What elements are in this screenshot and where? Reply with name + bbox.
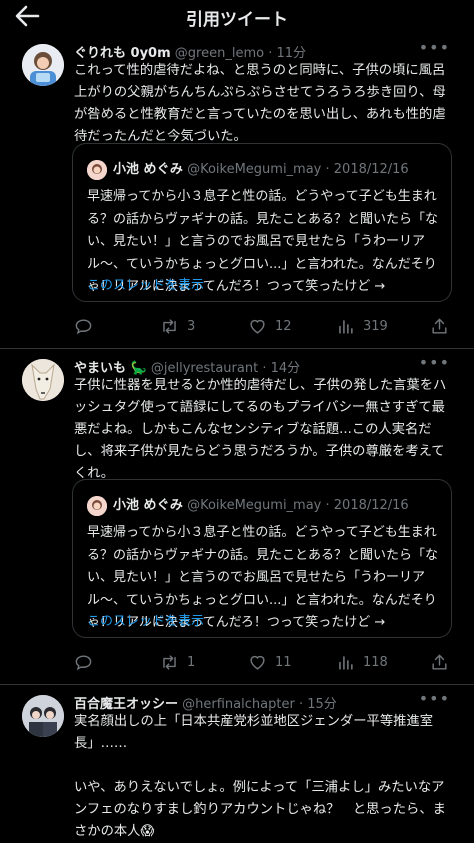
share-button[interactable] [430, 651, 457, 673]
tweet-header: 百合魔王オッシー @herfinalchapter · 15分 [74, 693, 434, 712]
tweet-text: 子供に性器を見せるとか性的虐待だし、子供の発した言葉をハッシュタグ使って語録にし… [74, 378, 447, 481]
like-button[interactable]: 11 [248, 651, 292, 673]
more-options-icon[interactable]: ••• [419, 38, 450, 57]
views-count: 319 [363, 318, 388, 334]
tweet-text: 実名顔出しの上「日本共産党杉並地区ジェンダー平等推進室長」…… いや、ありえない… [74, 711, 454, 843]
like-button[interactable]: 12 [248, 315, 292, 337]
tweet-text: これって性的虐待だよね、と思うのと同時に、子供の頃に風呂上がりの父親がちんちんぷ… [74, 63, 446, 144]
quoted-display-name: 小池 めぐみ [113, 162, 183, 177]
like-icon [250, 655, 265, 670]
quoted-tweet-header: 小池 めぐみ @KoikeMegumi_may · 2018/12/16 [87, 494, 409, 516]
share-icon [432, 654, 447, 670]
views-button[interactable]: 319 [336, 315, 388, 337]
reply-button[interactable] [74, 651, 101, 673]
more-options-icon[interactable]: ••• [419, 689, 450, 708]
handle[interactable]: @jellyrestaurant [151, 361, 258, 376]
share-button[interactable] [430, 315, 457, 337]
like-count: 12 [275, 318, 292, 334]
reply-icon [75, 654, 92, 670]
quoted-avatar [87, 159, 107, 180]
tweet-header: ぐりれも 0y0m @green_lemo · 11分 [74, 42, 434, 61]
show-thread-link[interactable]: このスレッドを表示 [87, 274, 204, 293]
tweet-text-line: 実名顔出しの上「日本共産党杉並地区ジェンダー平等推進室長」…… [74, 714, 434, 751]
quoted-handle: @KoikeMegumi_may [187, 162, 322, 177]
tweet-text-line [74, 755, 454, 777]
display-name[interactable]: 百合魔王オッシー [74, 697, 178, 712]
quoted-tweet-header: 小池 めぐみ @KoikeMegumi_may · 2018/12/16 [87, 158, 409, 180]
handle[interactable]: @green_lemo [175, 46, 264, 61]
quoted-tweet[interactable]: 小池 めぐみ @KoikeMegumi_may · 2018/12/16 早速帰… [72, 479, 452, 638]
avatar-image [22, 359, 64, 401]
views-button[interactable]: 118 [336, 651, 388, 673]
avatar[interactable] [22, 359, 64, 401]
reply-button[interactable] [74, 315, 101, 337]
retweet-button[interactable]: 1 [160, 651, 195, 673]
views-icon [339, 319, 353, 334]
views-count: 118 [363, 654, 388, 670]
display-name[interactable]: やまいも 🦕 [74, 361, 147, 376]
handle[interactable]: @herfinalchapter [182, 697, 295, 712]
tweet-actions: 3 12 319 [74, 315, 454, 337]
tweet[interactable]: ぐりれも 0y0m @green_lemo · 11分 ••• これって性的虐待… [0, 34, 474, 349]
views-icon [339, 655, 353, 670]
timestamp[interactable]: · 11分 [268, 46, 306, 61]
timestamp[interactable]: · 15分 [299, 697, 337, 712]
quoted-display-name: 小池 めぐみ [113, 498, 183, 513]
more-options-icon[interactable]: ••• [419, 353, 450, 372]
display-name[interactable]: ぐりれも 0y0m [74, 46, 171, 61]
retweet-count: 1 [187, 654, 196, 670]
tweet[interactable]: やまいも 🦕 @jellyrestaurant · 14分 ••• 子供に性器を… [0, 349, 474, 685]
quoted-avatar-image [87, 159, 107, 180]
quoted-avatar [87, 495, 107, 516]
tweet[interactable]: 百合魔王オッシー @herfinalchapter · 15分 ••• 実名顔出… [0, 685, 474, 839]
avatar-image [22, 695, 64, 737]
timestamp[interactable]: · 14分 [262, 361, 300, 376]
retweet-button[interactable]: 3 [160, 315, 195, 337]
quoted-date: · 2018/12/16 [325, 498, 409, 513]
avatar[interactable] [22, 695, 64, 737]
share-icon [432, 318, 447, 334]
quoted-date: · 2018/12/16 [325, 162, 409, 177]
quoted-avatar-image [87, 495, 107, 516]
page-title: 引用ツイート [186, 10, 288, 30]
like-icon [250, 319, 265, 334]
retweet-icon [163, 654, 176, 670]
avatar-image [22, 44, 64, 86]
reply-icon [75, 318, 92, 334]
retweet-count: 3 [187, 318, 196, 334]
show-thread-link[interactable]: このスレッドを表示 [87, 610, 204, 629]
avatar[interactable] [22, 44, 64, 86]
like-count: 11 [275, 654, 292, 670]
top-bar: 引用ツイート [0, 0, 474, 34]
tweet-actions: 1 11 118 [74, 651, 454, 673]
quoted-tweet[interactable]: 小池 めぐみ @KoikeMegumi_may · 2018/12/16 早速帰… [72, 143, 452, 302]
quoted-handle: @KoikeMegumi_may [187, 498, 322, 513]
tweet-text-line: いや、ありえないでしょ。例によって「三浦よし」みたいなアンフェのなりすまし釣りア… [74, 780, 446, 839]
tweet-header: やまいも 🦕 @jellyrestaurant · 14分 [74, 357, 434, 376]
retweet-icon [163, 318, 176, 334]
